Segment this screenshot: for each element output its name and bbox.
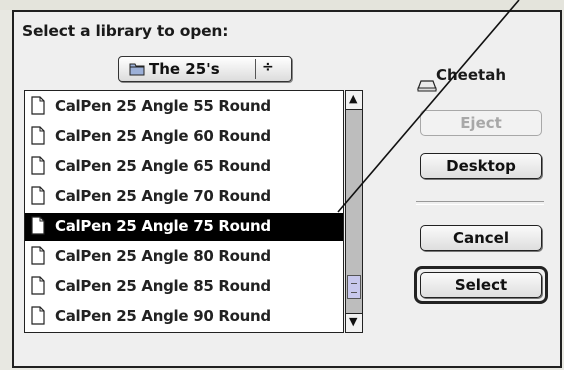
annotation-pointer-line: [337, 0, 520, 213]
